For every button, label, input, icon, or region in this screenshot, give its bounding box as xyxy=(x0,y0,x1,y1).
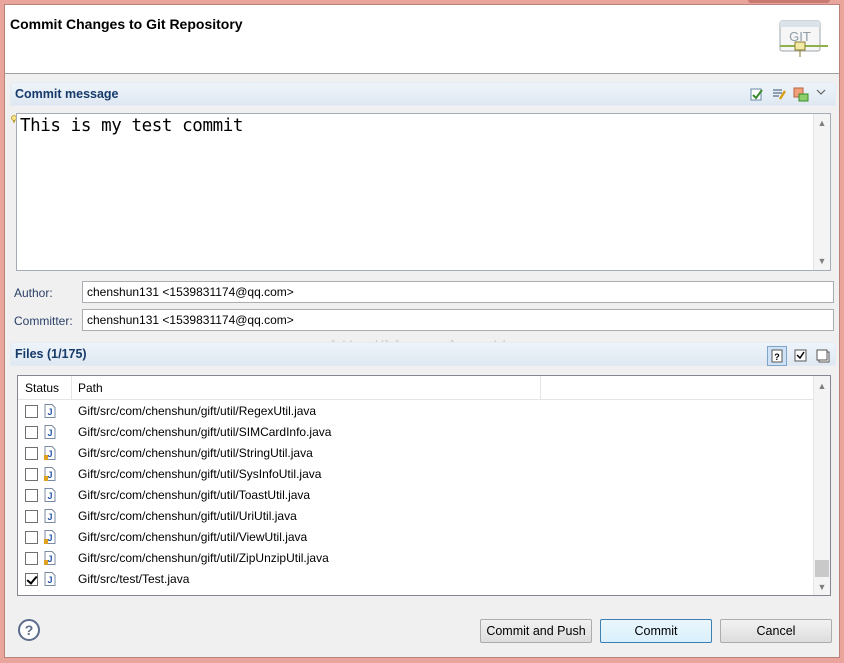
file-checkbox[interactable] xyxy=(25,510,38,523)
column-status[interactable]: Status xyxy=(25,381,59,395)
svg-text:J: J xyxy=(47,512,52,522)
file-checkbox[interactable] xyxy=(25,468,38,481)
file-checkbox[interactable] xyxy=(25,573,38,586)
java-file-modified-icon: J xyxy=(44,551,56,565)
git-logo-icon: GIT xyxy=(779,20,828,57)
dialog-header: Commit Changes to Git Repository GIT xyxy=(5,5,839,74)
author-label: Author: xyxy=(14,286,53,300)
java-file-modified-icon: J xyxy=(44,467,56,481)
java-file-modified-icon: J xyxy=(44,446,56,460)
show-untracked-toggle[interactable]: ? xyxy=(767,346,787,366)
java-file-icon: J xyxy=(44,425,56,439)
scroll-down-icon[interactable]: ▼ xyxy=(814,254,830,268)
column-divider[interactable] xyxy=(71,376,72,400)
help-button[interactable]: ? xyxy=(18,619,40,641)
files-table-header: Status Path xyxy=(18,376,814,400)
table-row[interactable]: J Gift/src/com/chenshun/gift/util/ViewUti… xyxy=(18,527,814,548)
files-section-header: Files (1/175) ? xyxy=(10,342,836,366)
dialog-title: Commit Changes to Git Repository xyxy=(10,16,243,32)
commit-message-title: Commit message xyxy=(15,87,119,101)
table-row[interactable]: J Gift/src/com/chenshun/gift/util/RegexUt… xyxy=(18,401,814,422)
scroll-up-icon[interactable]: ▲ xyxy=(814,116,830,130)
file-path: Gift/src/com/chenshun/gift/util/ViewUtil… xyxy=(78,530,308,544)
svg-text:?: ? xyxy=(774,352,780,362)
svg-text:J: J xyxy=(47,554,52,564)
file-checkbox[interactable] xyxy=(25,531,38,544)
file-path: Gift/src/com/chenshun/gift/util/RegexUti… xyxy=(78,404,317,418)
svg-text:J: J xyxy=(47,428,52,438)
file-checkbox[interactable] xyxy=(25,489,38,502)
file-path: Gift/src/com/chenshun/gift/util/SIMCardI… xyxy=(78,425,332,439)
table-row[interactable]: J Gift/src/com/chenshun/gift/util/SIMCard… xyxy=(18,422,814,443)
window-tab-decoration xyxy=(748,0,830,3)
file-checkbox[interactable] xyxy=(25,447,38,460)
svg-text:J: J xyxy=(47,533,52,543)
column-path[interactable]: Path xyxy=(78,381,103,395)
amend-icon[interactable] xyxy=(793,86,809,102)
commit-message-section-header: Commit message xyxy=(10,82,836,106)
author-field[interactable]: chenshun131 <1539831174@qq.com> xyxy=(82,281,834,303)
file-checkbox[interactable] xyxy=(25,426,38,439)
java-file-icon: J xyxy=(44,572,56,586)
scroll-up-icon[interactable]: ▲ xyxy=(814,379,830,393)
file-path: Gift/src/com/chenshun/gift/util/StringUt… xyxy=(78,446,313,460)
signed-off-icon[interactable] xyxy=(771,86,787,102)
commit-message-input[interactable]: This is my test commit ▲ ▼ xyxy=(16,113,831,271)
commit-message-scrollbar[interactable]: ▲ ▼ xyxy=(813,114,830,270)
svg-text:J: J xyxy=(47,470,52,480)
chevron-down-icon[interactable] xyxy=(815,86,831,102)
java-file-modified-icon: J xyxy=(44,530,56,544)
scrollbar-thumb[interactable] xyxy=(815,560,829,577)
committer-field[interactable]: chenshun131 <1539831174@qq.com> xyxy=(82,309,834,331)
file-path: Gift/src/com/chenshun/gift/util/SysInfoU… xyxy=(78,467,322,481)
table-row[interactable]: J Gift/src/com/chenshun/gift/util/SysInfo… xyxy=(18,464,814,485)
file-checkbox[interactable] xyxy=(25,552,38,565)
scroll-down-icon[interactable]: ▼ xyxy=(814,580,830,594)
file-path: Gift/src/test/Test.java xyxy=(78,572,190,586)
column-divider[interactable] xyxy=(540,376,541,400)
svg-text:J: J xyxy=(47,407,52,417)
table-row[interactable]: J Gift/src/com/chenshun/gift/util/ZipUnzi… xyxy=(18,548,814,569)
cancel-button[interactable]: Cancel xyxy=(720,619,832,643)
deselect-all-icon[interactable] xyxy=(815,348,831,364)
table-row[interactable]: J Gift/src/com/chenshun/gift/util/StringU… xyxy=(18,443,814,464)
commit-message-text[interactable]: This is my test commit xyxy=(20,116,243,136)
commit-message-toolbar xyxy=(749,86,831,102)
files-title: Files (1/175) xyxy=(15,347,87,361)
commit-button[interactable]: Commit xyxy=(600,619,712,643)
spell-check-icon[interactable] xyxy=(749,86,765,102)
committer-label: Committer: xyxy=(14,314,73,328)
commit-dialog: Commit Changes to Git Repository GIT Com… xyxy=(4,4,840,658)
file-path: Gift/src/com/chenshun/gift/util/UriUtil.… xyxy=(78,509,297,523)
select-all-icon[interactable] xyxy=(793,348,809,364)
svg-text:J: J xyxy=(47,575,52,585)
files-scrollbar[interactable]: ▲ ▼ xyxy=(813,376,830,595)
files-toolbar: ? xyxy=(767,346,831,366)
table-row[interactable]: J Gift/src/com/chenshun/gift/util/ToastUt… xyxy=(18,485,814,506)
file-path: Gift/src/com/chenshun/gift/util/ToastUti… xyxy=(78,488,311,502)
svg-text:J: J xyxy=(47,449,52,459)
java-file-icon: J xyxy=(44,509,56,523)
table-row[interactable]: J Gift/src/com/chenshun/gift/util/UriUtil… xyxy=(18,506,814,527)
java-file-icon: J xyxy=(44,488,56,502)
java-file-icon: J xyxy=(44,404,56,418)
file-checkbox[interactable] xyxy=(25,405,38,418)
commit-and-push-button[interactable]: Commit and Push xyxy=(480,619,592,643)
table-row[interactable]: J Gift/src/test/Test.java xyxy=(18,569,814,590)
file-path: Gift/src/com/chenshun/gift/util/ZipUnzip… xyxy=(78,551,329,565)
svg-text:J: J xyxy=(47,491,52,501)
files-table: Status Path J Gift/src/com/chenshun/gift/… xyxy=(17,375,831,596)
